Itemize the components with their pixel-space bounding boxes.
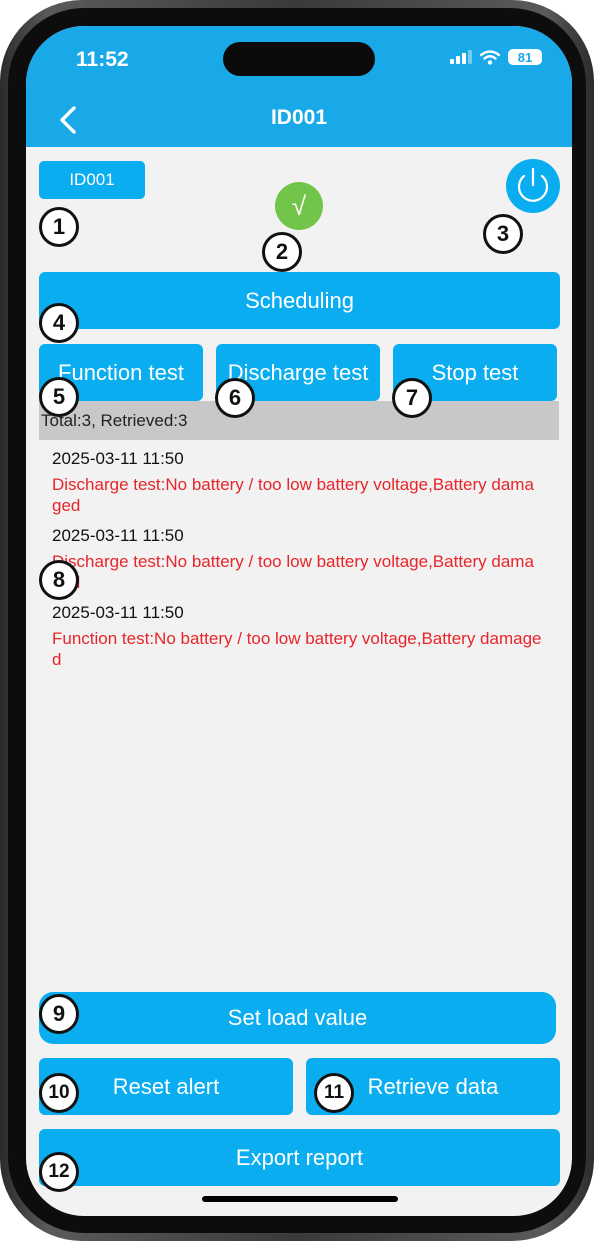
log-timestamp: 2025-03-11 11:50: [52, 449, 184, 468]
list-item: 2025-03-11 11:50 Discharge test:No batte…: [52, 525, 542, 593]
log-message: Function test:No battery / too low batte…: [52, 629, 542, 669]
annotation-marker-8: 8: [39, 560, 79, 600]
battery-icon: 81: [508, 49, 542, 65]
annotation-marker-4: 4: [39, 303, 79, 343]
export-report-button[interactable]: Export report: [39, 1129, 560, 1186]
record-summary: Total:3, Retrieved:3: [39, 401, 559, 440]
log-message: Discharge test:No battery / too low batt…: [52, 475, 534, 515]
status-icons: 81: [450, 49, 542, 65]
check-icon: √: [275, 182, 323, 230]
list-item: 2025-03-11 11:50 Discharge test:No batte…: [52, 448, 542, 516]
app-header: 11:52 81 ID001: [26, 26, 572, 147]
dynamic-island: [223, 42, 375, 76]
annotation-marker-9: 9: [39, 994, 79, 1034]
set-load-value-button[interactable]: Set load value: [39, 992, 556, 1044]
cellular-signal-icon: [450, 50, 472, 64]
annotation-marker-7: 7: [392, 378, 432, 418]
annotation-marker-6: 6: [215, 378, 255, 418]
annotation-marker-5: 5: [39, 377, 79, 417]
list-item: 2025-03-11 11:50 Function test:No batter…: [52, 602, 542, 670]
log-timestamp: 2025-03-11 11:50: [52, 526, 184, 545]
log-timestamp: 2025-03-11 11:50: [52, 603, 184, 622]
page-title: ID001: [270, 106, 328, 129]
annotation-marker-10: 10: [39, 1073, 79, 1113]
wifi-icon: [480, 49, 500, 65]
annotation-marker-12: 12: [39, 1152, 79, 1192]
log-message: Discharge test:No battery / too low batt…: [52, 552, 534, 592]
test-log-list: 2025-03-11 11:50 Discharge test:No batte…: [52, 448, 542, 679]
device-id-badge[interactable]: ID001: [39, 161, 145, 199]
scheduling-button[interactable]: Scheduling: [39, 272, 560, 329]
annotation-marker-11: 11: [314, 1073, 354, 1113]
annotation-marker-2: 2: [262, 232, 302, 272]
status-time: 11:52: [76, 48, 129, 71]
power-icon[interactable]: [506, 159, 560, 213]
home-indicator[interactable]: [202, 1196, 398, 1202]
annotation-marker-1: 1: [39, 207, 79, 247]
app-screen: 11:52 81 ID001 ID001 √ Scheduling Functi…: [26, 26, 572, 1216]
annotation-marker-3: 3: [483, 214, 523, 254]
